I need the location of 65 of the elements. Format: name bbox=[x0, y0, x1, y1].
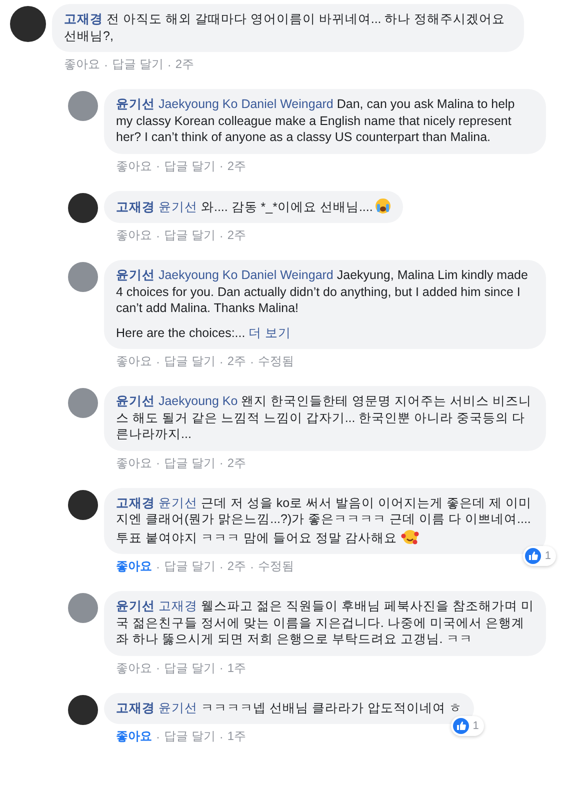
separator: · bbox=[156, 661, 160, 675]
like-link[interactable]: 좋아요 bbox=[116, 660, 152, 676]
crying-face-icon bbox=[374, 198, 391, 214]
comment-text: 고재경 윤기선 근데 저 성을 ko로 써서 발음이 이어지는게 좋은데 제 이미지엔 클래어(뭔가 맑은느낌...?)가 좋은ㅋㅋㅋㅋ 근데 이름 다 이쁘네여.... 투표 붙여야지 ㅋㅋㅋ 맘에 들어요 정말 감사해요 bbox=[116, 494, 532, 546]
separator: · bbox=[156, 159, 160, 173]
separator: · bbox=[156, 730, 160, 744]
timestamp[interactable]: 2주 bbox=[227, 353, 246, 370]
like-link[interactable]: 좋아요 bbox=[64, 56, 100, 73]
separator: · bbox=[219, 560, 224, 574]
comment-text: Here are the choices:... 더 보기 bbox=[116, 324, 292, 341]
timestamp[interactable]: 1주 bbox=[227, 660, 246, 676]
reply-link[interactable]: 답글 달기 bbox=[112, 56, 164, 73]
separator: · bbox=[156, 354, 160, 368]
separator: · bbox=[219, 456, 224, 470]
edited-label: 수정됨 bbox=[258, 558, 294, 575]
comment-text: 윤기선 고재경 웰스파고 젊은 직원들이 후배님 페북사진을 참조해가며 미국 젊은친구들 정서에 맞는 이름을 지은겁니다. 나중에 미국에서 은행계좌 하나 뚫으시게 되면 저희 은행으로 부탁드려요 고갱님. ㅋㅋ bbox=[116, 598, 534, 648]
separator: · bbox=[219, 661, 224, 675]
separator: · bbox=[156, 560, 160, 574]
separator: · bbox=[219, 228, 224, 242]
separator: · bbox=[219, 159, 224, 173]
timestamp[interactable]: 2주 bbox=[175, 56, 194, 73]
separator: · bbox=[250, 560, 254, 574]
avatar[interactable] bbox=[10, 6, 46, 42]
comment-text: 고재경 윤기선 와.... 감동 *_*이에요 선배님.... bbox=[116, 198, 391, 215]
like-link[interactable]: 좋아요 bbox=[116, 454, 152, 472]
reply-link[interactable]: 답글 달기 bbox=[164, 227, 216, 244]
avatar[interactable] bbox=[68, 490, 98, 520]
separator: · bbox=[104, 58, 108, 72]
comment-text: 윤기선 Jaekyoung Ko Daniel Weingard Dan, can you ask Malina to help my classy Korean colleague make a English name that nicely represent her? I can’t think of anyone as a classy US counterpart than Malina. bbox=[116, 96, 516, 146]
thumbs-up-icon bbox=[524, 548, 541, 564]
like-link[interactable]: 좋아요 bbox=[116, 227, 152, 244]
comment-text: 윤기선 Jaekyoung Ko 왠지 한국인들한테 영문명 지어주는 서비스 비즈니스 해도 될거 같은 느낌적 느낌이 갑자기... 한국인뿐 아니라 중국등의 다른나라까지... bbox=[116, 393, 533, 442]
reply-link[interactable]: 답글 달기 bbox=[164, 158, 216, 174]
smiling-face-with-hearts-icon bbox=[400, 528, 419, 546]
separator: · bbox=[156, 228, 160, 242]
like-link[interactable]: 좋아요 bbox=[116, 158, 152, 174]
timestamp[interactable]: 2주 bbox=[227, 227, 246, 244]
comment-text: 윤기선 Jaekyoung Ko Daniel Weingard Jaekyung, Malina Lim kindly made 4 choices for you. Dan actually didn’t do anything, but I added him since I can’t add Malina. Thanks Malina! bbox=[116, 267, 529, 316]
timestamp[interactable]: 2주 bbox=[227, 158, 246, 174]
separator: · bbox=[156, 456, 160, 470]
edited-label: 수정됨 bbox=[258, 353, 294, 370]
comment-text: 고재경 윤기선 ㅋㅋㅋㅋ넵 선배님 클라라가 압도적이네여 ㅎ bbox=[116, 700, 462, 716]
reply-link[interactable]: 답글 달기 bbox=[164, 353, 216, 370]
like-link[interactable]: 좋아요 bbox=[116, 558, 152, 575]
timestamp[interactable]: 1주 bbox=[227, 728, 246, 745]
avatar[interactable] bbox=[68, 694, 98, 724]
reply-link[interactable]: 답글 달기 bbox=[164, 454, 216, 472]
reply-link[interactable]: 답글 달기 bbox=[164, 660, 216, 676]
separator: · bbox=[219, 354, 224, 368]
avatar[interactable] bbox=[68, 192, 98, 222]
reaction-count[interactable]: 1 bbox=[522, 546, 556, 566]
comment-text: 고재경 전 아직도 해외 갈때마다 영어이름이 바뀌네여... 하나 정해주시겠어요 선배님?, bbox=[64, 11, 506, 44]
separator: · bbox=[219, 730, 224, 744]
thumbs-up-icon bbox=[452, 718, 469, 734]
reaction-number: 1 bbox=[544, 550, 551, 562]
like-link[interactable]: 좋아요 bbox=[116, 728, 152, 745]
reply-link[interactable]: 답글 달기 bbox=[164, 558, 216, 575]
separator: · bbox=[250, 354, 254, 368]
reaction-count[interactable]: 1 bbox=[450, 716, 484, 736]
separator: · bbox=[167, 58, 172, 72]
reply-link[interactable]: 답글 달기 bbox=[164, 728, 216, 745]
like-link[interactable]: 좋아요 bbox=[116, 353, 152, 370]
reaction-number: 1 bbox=[472, 720, 479, 732]
timestamp[interactable]: 2주 bbox=[227, 454, 246, 472]
timestamp[interactable]: 2주 bbox=[227, 558, 246, 575]
